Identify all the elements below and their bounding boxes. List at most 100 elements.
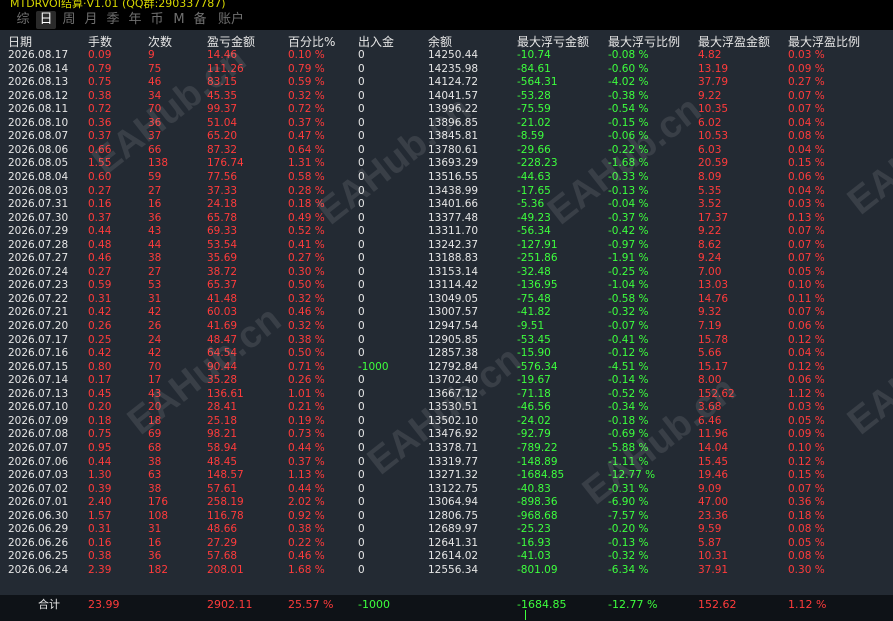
table-row[interactable]: 2026.06.30 1.57 108 116.78 0.92 % 0 12806.75 -9… [0,510,893,523]
table-row[interactable]: 2026.08.11 0.72 70 99.37 0.72 % 0 13996.22 -75.… [0,103,893,116]
column-header-1[interactable]: 手数 [88,35,112,49]
table-cell: 0.26 [88,320,112,332]
table-cell: 99.37 [207,103,238,116]
table-row[interactable]: 2026.08.06 0.66 66 87.32 0.64 % 0 13780.61 -29.… [0,144,893,157]
table-row[interactable]: 2026.07.20 0.26 26 41.69 0.32 % 0 12947.54 -9.5… [0,320,893,333]
tab-4[interactable]: 季 [104,11,122,29]
table-cell: 2026.08.11 [8,103,69,116]
table-cell: 0.19 % [288,414,325,427]
table-cell: 10.31 [698,550,729,563]
table-row[interactable]: 2026.07.17 0.25 24 48.47 0.38 % 0 12905.85 -53.… [0,334,893,347]
table-row[interactable]: 2026.07.24 0.27 27 38.72 0.30 % 0 13153.14 -32.… [0,266,893,279]
table-row[interactable]: 2026.08.13 0.75 46 83.15 0.59 % 0 14124.72 -564… [0,76,893,89]
table-row[interactable]: 2026.08.07 0.37 37 65.20 0.47 % 0 13845.81 -8.5… [0,130,893,143]
column-header-7[interactable]: 最大浮亏金额 [517,35,589,49]
tab-1[interactable]: 日 [36,11,56,29]
table-cell: 0 [358,157,365,170]
tab-6[interactable]: 币 [148,11,166,29]
table-cell: 0.44 [88,225,112,238]
table-row[interactable]: 2026.07.31 0.16 16 24.18 0.18 % 0 13401.66 -5.3… [0,198,893,211]
table-cell: 9.24 [698,252,722,265]
column-header-6[interactable]: 余额 [428,35,452,49]
table-row[interactable]: 2026.07.03 1.30 63 148.57 1.13 % 0 13271.32 -16… [0,469,893,482]
column-header-9[interactable]: 最大浮盈金额 [698,35,770,49]
tab-3[interactable]: 月 [82,11,100,29]
table-row[interactable]: 2026.08.03 0.27 27 37.33 0.28 % 0 13438.99 -17.… [0,185,893,198]
table-cell: -0.60 % [608,62,649,75]
tab-8[interactable]: 备 [191,11,209,29]
table-cell: 0.07 % [788,482,825,495]
table-cell: 0 [358,509,365,522]
table-cell: 116.78 [207,509,244,522]
table-row[interactable]: 2026.08.12 0.38 34 45.35 0.32 % 0 14041.57 -53.… [0,90,893,103]
tab-9[interactable]: 账户 [216,11,246,29]
column-header-8[interactable]: 最大浮亏比例 [608,35,680,49]
table-row[interactable]: 2026.06.25 0.38 36 57.68 0.46 % 0 12614.02 -41.… [0,550,893,563]
table-row[interactable]: 2026.07.06 0.44 38 48.45 0.37 % 0 13319.77 -148… [0,456,893,469]
table-row[interactable]: 2026.06.24 2.39 182 208.01 1.68 % 0 12556.34 -8… [0,564,893,577]
table-cell: -968.68 [517,509,558,522]
table-cell: 0.08 % [788,550,825,563]
table-cell: 0 [358,563,365,576]
table-row[interactable]: 2026.07.07 0.95 68 58.94 0.44 % 0 13378.71 -789… [0,442,893,455]
table-cell: 0.75 [88,428,112,441]
table-row[interactable]: 2026.07.23 0.59 53 65.37 0.50 % 0 13114.42 -136… [0,279,893,292]
column-header-5[interactable]: 出入金 [358,35,394,49]
table-cell: 0 [358,469,365,482]
tab-2[interactable]: 周 [60,11,78,29]
table-row[interactable]: 2026.08.10 0.36 36 51.04 0.37 % 0 13896.85 -21.… [0,117,893,130]
table-cell: 0.37 % [288,455,325,468]
column-header-2[interactable]: 次数 [148,35,172,49]
table-row[interactable]: 2026.08.04 0.60 59 77.56 0.58 % 0 13516.55 -44.… [0,171,893,184]
table-row[interactable]: 2026.07.10 0.20 20 28.41 0.21 % 0 13530.51 -46.… [0,401,893,414]
table-cell: 14.04 [698,441,729,454]
table-row[interactable]: 2026.06.29 0.31 31 48.66 0.38 % 0 12689.97 -25.… [0,523,893,536]
table-row[interactable]: 2026.07.16 0.42 42 64.54 0.50 % 0 12857.38 -15.… [0,347,893,360]
table-cell: 0.07 % [788,252,825,265]
table-row[interactable]: 2026.08.17 0.09 9 14.46 0.10 % 0 14250.44 -10.7… [0,49,893,62]
table-cell: 9.22 [698,89,722,102]
column-header-4[interactable]: 百分比% [288,35,335,49]
table-cell: 2.39 [88,563,112,576]
table-row[interactable]: 2026.07.14 0.17 17 35.28 0.26 % 0 13702.40 -19.… [0,374,893,387]
table-cell: 57.61 [207,482,238,495]
column-header-0[interactable]: 日期 [8,35,32,49]
table-row[interactable]: 2026.07.27 0.46 38 35.69 0.27 % 0 13188.83 -251… [0,252,893,265]
table-row[interactable]: 2026.07.13 0.45 43 136.61 1.01 % 0 13667.12 -71… [0,388,893,401]
table-row[interactable]: 2026.07.28 0.48 44 53.54 0.41 % 0 13242.37 -127… [0,239,893,252]
table-row[interactable]: 2026.07.08 0.75 69 98.21 0.73 % 0 13476.92 -92.… [0,428,893,441]
totals-row: 合计 23.99 2902.11 25.57 % -1000 -1684.85 … [0,595,893,621]
tab-0[interactable]: 综 [14,11,32,29]
table-row[interactable]: 2026.07.29 0.44 43 69.33 0.52 % 0 13311.70 -56.… [0,225,893,238]
totals-pnl: 2902.11 [207,598,253,611]
table-row[interactable]: 2026.07.09 0.18 18 25.18 0.19 % 0 13502.10 -24.… [0,415,893,428]
table-cell: 0.31 [88,292,112,305]
table-cell: 13.03 [698,279,729,292]
table-cell: 0.07 % [788,225,825,238]
table-cell: 1.55 [88,157,112,170]
column-header-3[interactable]: 盈亏金额 [207,35,255,49]
table-cell: -1684.85 [517,469,565,482]
table-cell: 26 [148,320,162,332]
table-cell: 0.37 % [288,116,325,129]
table-cell: 176.74 [207,157,244,170]
table-cell: 48.66 [207,523,238,536]
table-cell: 0 [358,414,365,427]
table-row[interactable]: 2026.07.15 0.80 70 90.44 0.71 % -1000 12792.84… [0,361,893,374]
tab-5[interactable]: 年 [126,11,144,29]
table-row[interactable]: 2026.07.30 0.37 36 65.78 0.49 % 0 13377.48 -49.… [0,212,893,225]
table-cell: 0.27 [88,265,112,278]
table-row[interactable]: 2026.07.02 0.39 38 57.61 0.44 % 0 13122.75 -40.… [0,483,893,496]
table-cell: 0.45 [88,387,112,400]
column-header-10[interactable]: 最大浮盈比例 [788,35,860,49]
table-cell: 136.61 [207,387,244,400]
table-cell: 13702.40 [428,374,479,387]
table-row[interactable]: 2026.08.05 1.55 138 176.74 1.31 % 0 13693.29 -2… [0,157,893,170]
table-row[interactable]: 2026.06.26 0.16 16 27.29 0.22 % 0 12641.31 -16.… [0,537,893,550]
tab-7[interactable]: M [172,11,186,29]
table-row[interactable]: 2026.08.14 0.79 75 111.26 0.79 % 0 14235.98 -84… [0,63,893,76]
window-title: MTDRVOI结算·V1.01 (QQ群:290337787) [10,0,226,10]
table-row[interactable]: 2026.07.22 0.31 31 41.48 0.32 % 0 13049.05 -75.… [0,293,893,306]
table-row[interactable]: 2026.07.01 2.40 176 258.19 2.02 % 0 13064.94 -8… [0,496,893,509]
table-row[interactable]: 2026.07.21 0.42 42 60.03 0.46 % 0 13007.57 -41.… [0,306,893,319]
